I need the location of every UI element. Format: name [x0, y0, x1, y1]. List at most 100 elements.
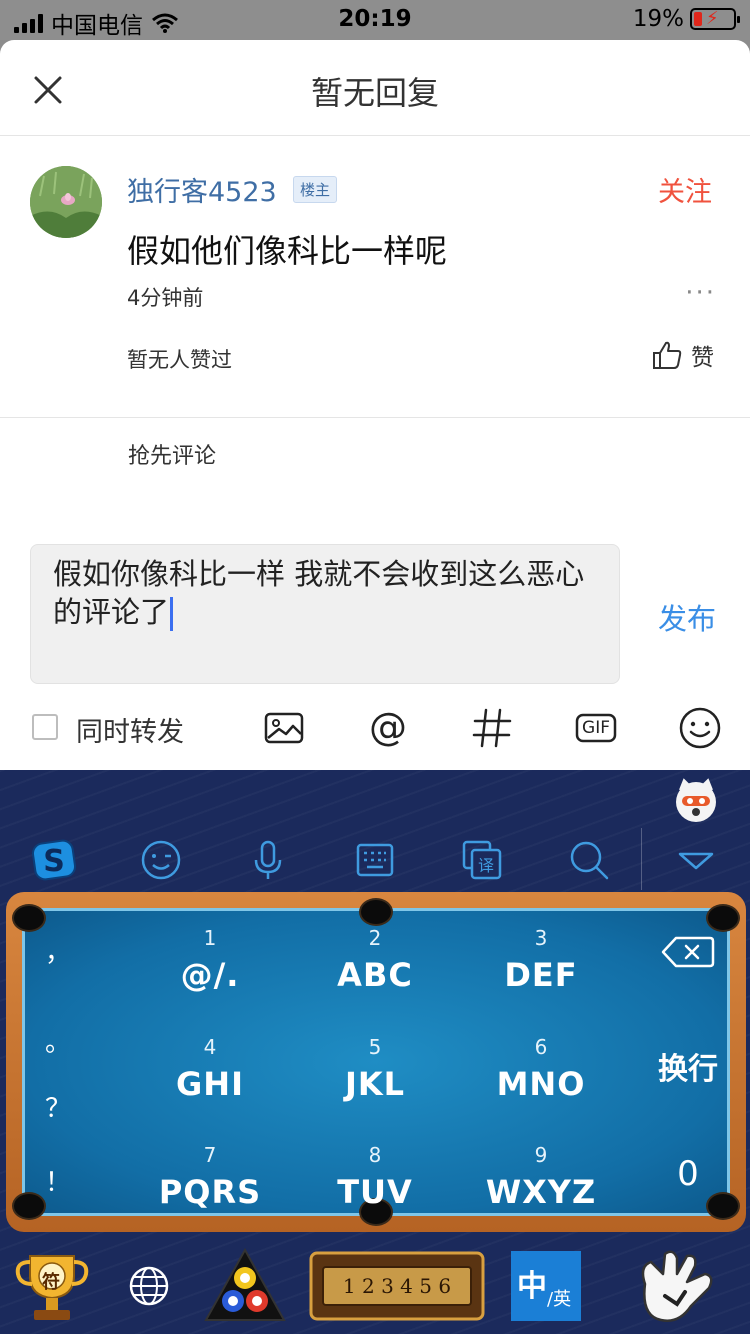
key-8-letters: TUV [337, 1173, 413, 1211]
battery-icon: ⚡ [690, 8, 740, 30]
punct-period-key[interactable]: 。 [36, 1022, 80, 1092]
number-keyboard-button[interactable]: 1 2 3 4 5 6 [308, 1244, 486, 1328]
keyboard-layout-button[interactable] [347, 832, 403, 888]
emoji-button[interactable] [678, 706, 722, 750]
billiard-balls-button[interactable] [200, 1244, 290, 1328]
hashtag-icon [472, 708, 512, 748]
keyboard-bottom-row: 符 1 2 3 4 5 6 中 /英 [0, 1236, 750, 1334]
more-button[interactable]: ··· [685, 278, 716, 308]
punct-exclaim-key[interactable]: ！ [36, 1162, 80, 1232]
mention-button[interactable]: @ [366, 706, 410, 750]
billiard-rack-icon [204, 1247, 286, 1321]
gif-button[interactable]: GIF [574, 706, 618, 750]
status-right: 19% ⚡ [632, 6, 740, 32]
smiley-icon [679, 707, 721, 749]
sogou-logo-icon: S [31, 839, 77, 881]
lang-sub-label: /英 [547, 1289, 572, 1310]
zero-key[interactable]: 0 [643, 1154, 733, 1244]
pocket [12, 904, 46, 932]
status-bar: 中国电信 20:19 19% ⚡ [0, 0, 750, 40]
lang-main-label: 中 [517, 1269, 547, 1304]
key-7-letters: PQRS [158, 1173, 262, 1211]
key-9[interactable]: 9 WXYZ [466, 1141, 616, 1241]
topic-button[interactable] [470, 706, 514, 750]
keyboard-icon [356, 843, 394, 877]
translate-button[interactable]: 译 [454, 832, 510, 888]
gesture-button[interactable] [620, 1244, 730, 1328]
key-8[interactable]: 8 TUV [300, 1141, 450, 1241]
post-time: 4分钟前 [127, 286, 204, 310]
composer-toolbar: 同时转发 @ GIF [0, 700, 750, 756]
pocket [706, 904, 740, 932]
comment-input[interactable]: 假如你像科比一样 我就不会收到这么恶心的评论了 [30, 544, 620, 684]
battery-percent: 19% [632, 6, 684, 32]
key-9-letters: WXYZ [485, 1173, 597, 1211]
punct-comma-key[interactable]: ， [36, 932, 80, 1002]
globe-icon [129, 1266, 169, 1306]
search-icon [570, 841, 609, 880]
kb-search-button[interactable] [561, 832, 617, 888]
repost-checkbox[interactable] [32, 714, 58, 740]
sheet-header: 暂无回复 [0, 40, 750, 136]
key-4[interactable]: 4 GHI [135, 1033, 285, 1133]
svg-text:@: @ [369, 706, 407, 749]
key-4-letters: GHI [176, 1065, 244, 1103]
sogou-keyboard: S 译 ， 。 ？ ！ 1 @/. 2 ABC 3 DEF 4 GHI 5 JK… [0, 770, 750, 1334]
toolbar-divider [641, 828, 642, 890]
key-7[interactable]: 7 PQRS [135, 1141, 285, 1241]
key-8-num: 8 [368, 1143, 382, 1167]
publish-button[interactable]: 发布 [658, 596, 716, 638]
pocket [359, 898, 393, 926]
key-3[interactable]: 3 DEF [466, 924, 616, 1024]
username[interactable]: 独行客4523 [127, 170, 277, 209]
backspace-icon [661, 936, 715, 968]
enter-key[interactable]: 换行 [643, 1044, 733, 1134]
language-switch-button[interactable]: 中 /英 [510, 1244, 582, 1328]
key-7-num: 7 [203, 1143, 217, 1167]
key-1-letters: @/. [180, 956, 240, 994]
translate-icon: 译 [462, 840, 502, 880]
avatar[interactable] [30, 166, 102, 238]
post-card: 独行客4523 楼主 关注 假如他们像科比一样呢 4分钟前 ··· 暂无人赞过 … [0, 136, 750, 418]
key-6[interactable]: 6 MNO [466, 1033, 616, 1133]
thumbs-up-icon [653, 341, 682, 369]
repost-label: 同时转发 [76, 717, 184, 748]
svg-text:S: S [43, 844, 65, 879]
likes-text: 暂无人赞过 [127, 348, 232, 372]
key-4-num: 4 [203, 1035, 217, 1059]
keyboard-toolbar: S 译 [0, 770, 750, 892]
key-9-num: 9 [534, 1143, 548, 1167]
op-badge: 楼主 [293, 176, 338, 203]
svg-text:译: 译 [478, 856, 494, 875]
like-label: 赞 [691, 345, 714, 371]
key-2-num: 2 [368, 926, 382, 950]
key-5[interactable]: 5 JKL [300, 1033, 450, 1133]
symbols-button[interactable]: 符 [8, 1244, 96, 1328]
mascot-icon[interactable] [672, 776, 720, 824]
key-2-letters: ABC [337, 956, 413, 994]
globe-button[interactable] [118, 1244, 180, 1328]
key-5-letters: JKL [344, 1065, 406, 1103]
reply-sheet: 暂无回复 独行客4523 楼主 关注 假如他们像科比一样呢 4分钟前 ··· 暂… [0, 40, 750, 770]
key-3-num: 3 [534, 926, 548, 950]
hide-keyboard-button[interactable] [668, 832, 724, 888]
image-button[interactable] [262, 706, 306, 750]
kb-emoji-button[interactable] [133, 832, 189, 888]
key-6-num: 6 [534, 1035, 548, 1059]
key-3-letters: DEF [504, 956, 578, 994]
chevron-down-icon [678, 852, 714, 870]
key-1[interactable]: 1 @/. [135, 924, 285, 1024]
voice-button[interactable] [240, 832, 296, 888]
key-5-num: 5 [368, 1035, 382, 1059]
image-icon [264, 712, 304, 744]
backspace-key[interactable] [643, 934, 733, 1024]
language-switch-tile: 中 /英 [511, 1251, 581, 1321]
key-2[interactable]: 2 ABC [300, 924, 450, 1024]
follow-button[interactable]: 关注 [658, 170, 712, 209]
text-caret [170, 597, 174, 631]
number-plate-label: 1 2 3 4 5 6 [342, 1274, 452, 1298]
punct-question-key[interactable]: ？ [36, 1088, 80, 1158]
keypad-table: ， 。 ？ ！ 1 @/. 2 ABC 3 DEF 4 GHI 5 JKL 6 MNO 7 P… [6, 892, 746, 1232]
sogou-logo-button[interactable]: S [26, 832, 82, 888]
like-button[interactable]: 赞 [651, 338, 714, 372]
